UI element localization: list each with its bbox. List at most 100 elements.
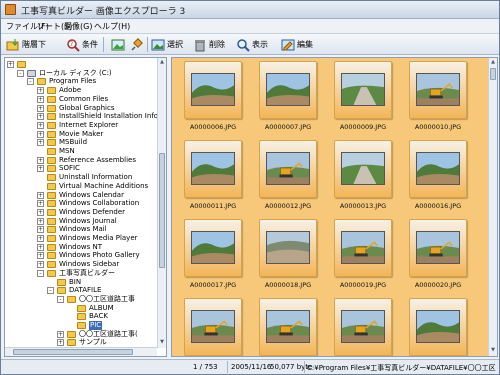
tree-item-album[interactable]: ALBUM [5,304,157,313]
tree-item-windows-nt[interactable]: + Windows NT [5,243,157,252]
tree-item-virtual-machine-additions[interactable]: Virtual Machine Additions [5,182,157,191]
tree-item-windows-sidebar[interactable]: + Windows Sidebar [5,260,157,269]
tree-item-back[interactable]: BACK [5,312,157,321]
menu-help[interactable]: ヘルプ(H) [94,21,130,32]
toolbar-view-button[interactable]: 表示 [236,36,268,53]
expand-icon[interactable]: + [37,113,44,121]
tree-item-program-files[interactable]: - Program Files [5,77,157,86]
thumbnail-card[interactable] [184,298,242,356]
tree-item-windows-mail[interactable]: + Windows Mail [5,225,157,234]
tree-scroll-thumb[interactable] [159,153,165,268]
thumbnail-card[interactable] [334,219,392,277]
tree-item-road-work-1[interactable]: - 〇〇工区道路工事 [5,295,157,304]
title-bar[interactable]: 工事写真ビルダー 画像エクスプローラ 3 [1,1,499,19]
tree-item-bin[interactable]: BIN [5,278,157,287]
expand-icon[interactable]: + [37,121,44,129]
toolbar-delete-button[interactable]: 削除 [193,36,225,53]
expand-icon[interactable]: + [37,95,44,103]
folder-icon [47,200,56,208]
expand-icon[interactable]: + [37,104,44,112]
thumbnail-card[interactable] [184,140,242,198]
tree-item-sofic[interactable]: + SOFIC [5,164,157,173]
thumbnail-card[interactable] [334,140,392,198]
scroll-down-arrow-icon[interactable]: ▼ [490,347,496,354]
thumbnail-card[interactable] [259,140,317,198]
expand-icon[interactable]: + [37,261,44,269]
folder-icon [77,304,86,312]
expand-icon[interactable]: + [37,208,44,216]
expand-icon[interactable]: + [37,165,44,173]
tree-vertical-scrollbar[interactable]: ▲ ▼ [157,58,166,348]
tree-item-msn[interactable]: MSN [5,147,157,156]
tree-item-top[interactable]: + [5,60,157,69]
tree-item-movie-maker[interactable]: + Movie Maker [5,130,157,139]
tree-item-windows-journal[interactable]: + Windows Journal [5,217,157,226]
scroll-up-arrow-icon[interactable]: ▲ [159,59,165,66]
thumbnail-card[interactable] [409,140,467,198]
thumbnail-card[interactable] [259,298,317,356]
collapse-icon[interactable]: - [47,287,54,295]
thumbnail-card[interactable] [184,219,242,277]
tree-item-msbuild[interactable]: + MSBuild [5,138,157,147]
expand-icon[interactable]: + [37,191,44,199]
tree-hscroll-thumb[interactable] [13,349,133,355]
tree-item-windows-collaboration[interactable]: + Windows Collaboration [5,199,157,208]
scroll-down-arrow-icon[interactable]: ▼ [159,339,165,346]
tree-item-local-disk[interactable]: - ローカル ディスク (C:) [5,69,157,78]
expand-icon[interactable]: + [37,252,44,260]
expand-icon[interactable]: + [37,200,44,208]
thumbnail-card[interactable] [184,61,242,119]
collapse-icon[interactable]: - [27,78,34,86]
tree-item-common-files[interactable]: + Common Files [5,95,157,104]
collapse-icon[interactable]: - [17,69,24,77]
thumbnail-card[interactable] [409,219,467,277]
tree-item-reference-assemblies[interactable]: + Reference Assemblies [5,156,157,165]
expand-icon[interactable]: + [37,87,44,95]
tree-item-windows-defender[interactable]: + Windows Defender [5,208,157,217]
thumbnail-grid[interactable]: ▲ ▼ A0000006.JPG A0000007.JPG A0000009.JPG… [171,57,498,357]
expand-icon[interactable]: + [37,226,44,234]
scroll-up-arrow-icon[interactable]: ▲ [490,59,496,66]
tree-item-internet-explorer[interactable]: + Internet Explorer [5,121,157,130]
toolbar-select-button[interactable]: 選択 [151,36,183,53]
expand-icon[interactable]: + [37,217,44,225]
tree-item-windows-media-player[interactable]: + Windows Media Player [5,234,157,243]
expand-icon[interactable]: + [57,330,64,338]
expand-icon[interactable]: + [37,235,44,242]
tree-item-road-work-2[interactable]: + 〇〇工区道路工事( [5,330,157,339]
folder-tree[interactable]: ▲ ▼ + - ローカル ディスク (C:) - Program Files + Adobe… [4,57,167,357]
tree-item-adobe[interactable]: + Adobe [5,86,157,95]
tree-item-pic[interactable]: PIC [5,321,157,330]
tree-item-datafile[interactable]: - DATAFILE [5,286,157,295]
thumbnail-vertical-scrollbar[interactable]: ▲ ▼ [488,58,497,356]
tree-horizontal-scrollbar[interactable] [5,347,157,356]
thumbnail-card[interactable] [409,298,467,356]
expand-icon[interactable]: + [7,61,14,68]
toolbar-edit-button[interactable]: 編集 [281,36,313,53]
thumbnail-card[interactable] [259,219,317,277]
expand-icon[interactable]: + [37,156,44,164]
thumbnail-scroll-thumb[interactable] [490,68,496,80]
tree-item-uninstall-information[interactable]: Uninstall Information [5,173,157,182]
tree-item-installshield[interactable]: + InstallShield Installation Info [5,112,157,121]
expand-icon[interactable]: + [37,243,44,251]
thumbnail-card[interactable] [259,61,317,119]
toolbar-hierarchy-down-button[interactable]: 階層下 [6,36,46,53]
collapse-icon[interactable]: - [57,295,64,303]
tree-item-global-graphics[interactable]: + Global Graphics [5,104,157,113]
tree-item-windows-calendar[interactable]: + Windows Calendar [5,191,157,200]
thumbnail-card[interactable] [334,298,392,356]
tree-item-windows-photo-gallery[interactable]: + Windows Photo Gallery [5,251,157,260]
expand-icon[interactable]: + [57,339,64,347]
toolbar-condition-button[interactable]: ? 条件 [66,36,98,53]
expand-icon[interactable]: + [37,139,44,147]
thumbnail-card[interactable] [334,61,392,119]
tree-item-sample[interactable]: + サンプル [5,338,157,347]
tree-item-koji-shashin-builder[interactable]: - 工事写真ビルダー [5,269,157,278]
toolbar-pin-button[interactable] [129,36,143,53]
menu-image[interactable]: 画像(G) [64,21,92,32]
toolbar-image-frame-button[interactable] [111,36,125,53]
expand-icon[interactable]: + [37,130,44,138]
thumbnail-card[interactable] [409,61,467,119]
collapse-icon[interactable]: - [37,269,44,277]
